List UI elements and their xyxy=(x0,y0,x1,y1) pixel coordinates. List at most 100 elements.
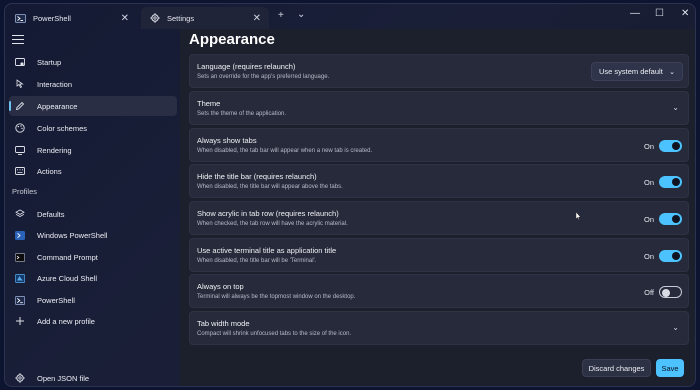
maximize-button[interactable]: ☐ xyxy=(655,8,664,19)
setting-description: Terminal will always be the topmost wind… xyxy=(197,294,356,300)
sidebar-item-label: Startup xyxy=(37,57,62,67)
sidebar-item-defaults[interactable]: Defaults xyxy=(9,204,177,224)
toggle-state-label: On xyxy=(643,142,654,151)
appearance-icon xyxy=(15,101,25,111)
active-terminal-title-toggle[interactable] xyxy=(659,250,682,262)
keyboard-icon xyxy=(15,166,25,176)
sidebar-item-label: Command Prompt xyxy=(37,252,98,262)
sidebar-item-startup[interactable]: Startup xyxy=(9,52,177,72)
minimize-button[interactable]: — xyxy=(630,8,640,19)
sidebar-item-label: Open JSON file xyxy=(37,373,90,383)
settings-content: Appearance Language (requires relaunch) … xyxy=(180,29,695,386)
open-json-file-button[interactable]: Open JSON file xyxy=(9,368,177,386)
chevron-down-icon[interactable]: ⌄ xyxy=(672,323,679,332)
sidebar-item-label: Add a new profile xyxy=(37,316,95,326)
tab-settings[interactable]: Settings ✕ xyxy=(141,7,269,29)
discard-changes-button[interactable]: Discard changes xyxy=(582,359,651,377)
sidebar-item-powershell[interactable]: PowerShell xyxy=(9,290,177,310)
setting-show-acrylic: Show acrylic in tab row (requires relaun… xyxy=(189,201,689,235)
setting-tab-width-mode[interactable]: Tab width mode Compact will shrink unfoc… xyxy=(189,311,689,345)
sidebar-item-label: Color schemes xyxy=(37,123,88,133)
sidebar-item-azure-cloud-shell[interactable]: Azure Cloud Shell xyxy=(9,268,177,288)
setting-label: Always on top xyxy=(197,282,244,291)
show-acrylic-toggle[interactable] xyxy=(659,213,682,225)
tab-label: PowerShell xyxy=(33,13,71,23)
sidebar: Startup Interaction Appearance Color sch… xyxy=(5,29,180,386)
sidebar-item-color-schemes[interactable]: Color schemes xyxy=(9,118,177,138)
powershell-icon xyxy=(15,230,25,240)
setting-description: When checked, the tab row will have the … xyxy=(197,221,348,227)
setting-label: Show acrylic in tab row (requires relaun… xyxy=(197,209,339,218)
setting-description: When disabled, the title bar will be 'Te… xyxy=(197,258,317,264)
setting-description: When disabled, the title bar will appear… xyxy=(197,184,343,190)
interaction-icon xyxy=(15,79,25,89)
hamburger-menu-icon[interactable] xyxy=(12,35,24,47)
add-profile-button[interactable]: Add a new profile xyxy=(9,311,177,331)
tab-powershell[interactable]: PowerShell ✕ xyxy=(7,7,137,29)
sidebar-item-actions[interactable]: Actions xyxy=(9,161,177,181)
setting-label: Hide the title bar (requires relaunch) xyxy=(197,172,317,181)
cmd-icon xyxy=(15,252,25,262)
monitor-icon xyxy=(15,145,25,155)
close-tab-icon[interactable]: ✕ xyxy=(121,13,129,24)
setting-always-show-tabs: Always show tabs When disabled, the tab … xyxy=(189,128,689,162)
plus-icon xyxy=(15,316,25,326)
toggle-state-label: On xyxy=(643,178,654,187)
sidebar-item-label: Appearance xyxy=(37,101,78,111)
powershell-icon xyxy=(15,13,26,24)
new-tab-button[interactable]: + xyxy=(278,10,284,21)
toggle-state-label: Off xyxy=(644,288,654,297)
mouse-cursor-icon xyxy=(576,212,581,220)
startup-icon xyxy=(15,57,25,67)
setting-description: Sets the theme of the application. xyxy=(197,111,287,117)
sidebar-item-label: Interaction xyxy=(37,79,73,89)
azure-icon xyxy=(15,273,25,283)
sidebar-item-windows-powershell[interactable]: Windows PowerShell xyxy=(9,225,177,245)
save-button[interactable]: Save xyxy=(656,359,684,377)
setting-label: Always show tabs xyxy=(197,136,257,145)
powershell-icon xyxy=(15,295,25,305)
sidebar-item-label: Azure Cloud Shell xyxy=(37,273,98,283)
sidebar-item-label: Defaults xyxy=(37,209,65,219)
layers-icon xyxy=(15,209,25,219)
chevron-down-icon: ⌄ xyxy=(669,68,675,76)
setting-description: Compact will shrink unfocused tabs to th… xyxy=(197,331,352,337)
close-tab-icon[interactable]: ✕ xyxy=(253,13,261,24)
dropdown-value: Use system default xyxy=(599,67,663,76)
language-dropdown[interactable]: Use system default ⌄ xyxy=(591,62,683,81)
gear-icon xyxy=(15,373,25,383)
sidebar-item-interaction[interactable]: Interaction xyxy=(9,74,177,94)
sidebar-item-label: Windows PowerShell xyxy=(37,230,108,240)
gear-icon xyxy=(149,13,160,24)
profiles-header: Profiles xyxy=(12,187,38,196)
sidebar-item-label: Actions xyxy=(37,166,62,176)
terminal-window: PowerShell ✕ Settings ✕ + ⌄ — ☐ ✕ Startu… xyxy=(4,3,696,387)
setting-theme[interactable]: Theme Sets the theme of the application.… xyxy=(189,91,689,125)
setting-always-on-top: Always on top Terminal will always be th… xyxy=(189,274,689,308)
tab-dropdown-button[interactable]: ⌄ xyxy=(297,9,305,20)
close-window-button[interactable]: ✕ xyxy=(681,8,689,19)
hide-title-bar-toggle[interactable] xyxy=(659,176,682,188)
always-show-tabs-toggle[interactable] xyxy=(659,140,682,152)
title-bar: PowerShell ✕ Settings ✕ + ⌄ — ☐ ✕ xyxy=(5,4,695,29)
sidebar-item-command-prompt[interactable]: Command Prompt xyxy=(9,247,177,267)
setting-description: Sets an override for the app's preferred… xyxy=(197,74,330,80)
setting-label: Theme xyxy=(197,99,221,108)
setting-label: Tab width mode xyxy=(197,319,250,328)
sidebar-item-rendering[interactable]: Rendering xyxy=(9,140,177,160)
setting-active-terminal-title: Use active terminal title as application… xyxy=(189,238,689,272)
sidebar-item-label: Rendering xyxy=(37,145,72,155)
setting-label: Language (requires relaunch) xyxy=(197,62,296,71)
toggle-state-label: On xyxy=(643,252,654,261)
sidebar-item-appearance[interactable]: Appearance xyxy=(9,96,177,116)
setting-label: Use active terminal title as application… xyxy=(197,246,337,255)
always-on-top-toggle[interactable] xyxy=(659,286,682,298)
toggle-state-label: On xyxy=(643,215,654,224)
setting-description: When disabled, the tab bar will appear w… xyxy=(197,148,373,154)
tab-label: Settings xyxy=(167,13,195,23)
palette-icon xyxy=(15,123,25,133)
setting-language: Language (requires relaunch) Sets an ove… xyxy=(189,54,689,88)
sidebar-item-label: PowerShell xyxy=(37,295,75,305)
setting-hide-title-bar: Hide the title bar (requires relaunch) W… xyxy=(189,164,689,198)
chevron-down-icon[interactable]: ⌄ xyxy=(672,103,679,112)
